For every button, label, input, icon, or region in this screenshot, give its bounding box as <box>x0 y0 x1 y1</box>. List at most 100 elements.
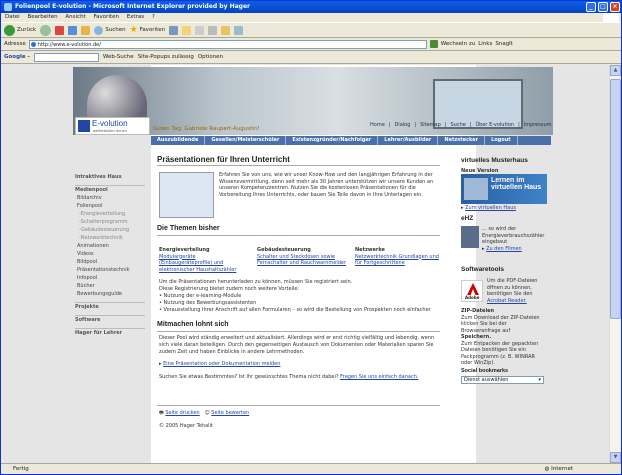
adobe-logo[interactable]: Adobe <box>461 280 483 302</box>
theme-link[interactable]: Modulargeräte (Einbaugeräteprofile) und … <box>159 254 249 274</box>
print-icon[interactable] <box>195 25 205 35</box>
bookmarks-heading: Social bookmarks <box>461 368 509 374</box>
links-label[interactable]: Links <box>478 41 492 47</box>
ask-us-link[interactable]: Fragen Sie uns einfach danach. <box>340 374 418 380</box>
theme-link[interactable]: Netzwerktechnik Grundlagen und für Fortg… <box>355 254 445 267</box>
leftnav-item[interactable]: Intraktives Haus <box>75 173 145 181</box>
join-heading: Mitmachen lohnt sich <box>157 321 229 328</box>
bookmark-select[interactable]: Dienst auswählen <box>461 376 544 384</box>
leftnav-item[interactable]: Videos <box>75 250 145 258</box>
history-icon[interactable] <box>169 25 179 35</box>
rate-link[interactable]: Seite bewerten <box>211 410 249 416</box>
topnav-sitemap[interactable]: Sitemap <box>419 122 442 128</box>
join-text: Dieser Pool wird ständig erweitert und a… <box>159 335 435 355</box>
leftnav-item[interactable]: Medienpool <box>75 185 145 194</box>
research-icon[interactable] <box>234 25 244 35</box>
scroll-up-icon[interactable]: ▲ <box>610 65 621 76</box>
leftnav-item[interactable]: Bildpool <box>75 258 145 266</box>
menu-favoriten[interactable]: Favoriten <box>93 14 118 20</box>
acrobat-link[interactable]: Acrobat Reader. <box>487 298 527 304</box>
menu-bearbeiten[interactable]: Bearbeiten <box>27 14 57 20</box>
leftnav-item[interactable]: Infopool <box>75 274 145 282</box>
software-text: Um die PDF-Dateien öffnen zu können, ben… <box>487 278 538 297</box>
site-logo[interactable]: E-volution weiterbilden lernen <box>75 117 150 135</box>
go-arrow-icon[interactable] <box>429 40 438 48</box>
google-options-button[interactable]: Optionen <box>198 54 223 60</box>
topnav-suche[interactable]: Suche <box>449 122 466 128</box>
maximize-button[interactable]: □ <box>598 2 608 12</box>
nav-gesellen[interactable]: Gesellen/Meisterschüler <box>205 136 287 145</box>
info-line: • Nutzung der e-learning-Module <box>159 293 242 299</box>
favorites-button[interactable]: ★ Favoriten <box>130 25 166 35</box>
vertical-scrollbar[interactable]: ▲ ▼ <box>609 65 621 463</box>
leftnav-item[interactable]: Präsentationstechnik <box>75 266 145 274</box>
leftnav-item[interactable]: Hager für Lehrer <box>75 328 145 337</box>
nav-lehrer[interactable]: Lehrer/Ausbilder <box>378 136 439 145</box>
mail-icon[interactable] <box>182 25 192 35</box>
leftnav-item[interactable]: Animationen <box>75 242 145 250</box>
back-button[interactable]: Zurück <box>4 24 36 36</box>
forward-button[interactable] <box>40 24 52 36</box>
leftnav-item[interactable]: -Gebäudesteuerung <box>75 226 145 234</box>
leftnav-item[interactable]: Software <box>75 315 145 324</box>
leftnav-item[interactable]: -Energieverteilung <box>75 210 145 218</box>
scroll-down-icon[interactable]: ▼ <box>610 452 621 463</box>
virtual-house-banner[interactable]: Lernen im virtuellen Haus <box>461 174 547 204</box>
nav-existenzgruender[interactable]: Existenzgründer/Nachfolger <box>286 136 379 145</box>
ehz-link-row: ▸ Zu den Filmen <box>482 245 522 252</box>
google-websearch-button[interactable]: Web-Suche <box>103 54 134 60</box>
page-title: Präsentationen für Ihren Unterricht <box>157 155 290 164</box>
google-popups-button[interactable]: Site-Popups zulässig <box>138 54 194 60</box>
home-icon[interactable] <box>81 25 91 35</box>
address-input[interactable]: http://www.e-volution.de/ <box>28 39 427 49</box>
house-link[interactable]: Zum virtuellen Haus <box>465 205 516 211</box>
go-button[interactable]: Wechseln zu <box>441 41 475 47</box>
menu-extras[interactable]: Extras <box>127 14 144 20</box>
browser-window: Folienpool E-volution - Microsoft Intern… <box>0 0 622 475</box>
topnav-impressum[interactable]: Impressum <box>523 122 553 128</box>
leftnav-item[interactable]: -Netzwerktechnik <box>75 234 145 242</box>
ehz-link[interactable]: Zu den Filmen <box>486 246 522 252</box>
edit-icon[interactable] <box>208 25 218 35</box>
join-link-row: ▸ Eine Präsentation oder Dokumentation m… <box>159 361 281 367</box>
software-box: Um die PDF-Dateien öffnen zu können, ben… <box>487 278 547 304</box>
scroll-thumb[interactable] <box>610 79 621 319</box>
ie-icon <box>4 3 12 11</box>
menu-ansicht[interactable]: Ansicht <box>65 14 85 20</box>
menu-datei[interactable]: Datei <box>5 14 20 20</box>
leftnav-item[interactable]: Bildarchiv <box>75 194 145 202</box>
leftnav-item[interactable]: Projekte <box>75 302 145 311</box>
topnav-ueber[interactable]: Über E-volution <box>475 122 516 128</box>
google-search-input[interactable] <box>33 52 99 62</box>
search-button[interactable]: Suchen <box>94 25 126 35</box>
refresh-icon[interactable] <box>68 25 78 35</box>
intro-text: Erfahren Sie von uns, wie wir unser Know… <box>219 172 434 198</box>
banner-text: Lernen im virtuellen Haus <box>491 177 542 191</box>
address-bar: Adresse http://www.e-volution.de/ Wechse… <box>1 38 621 51</box>
leftnav-item[interactable]: Bücher <box>75 282 145 290</box>
page-viewport: E-volution weiterbilden lernen Guten Tag… <box>3 65 609 463</box>
menu-help[interactable]: ? <box>152 14 155 20</box>
snagit-button[interactable]: SnagIt <box>495 41 513 47</box>
messenger-icon[interactable] <box>221 25 231 35</box>
ehz-box: ... so wird der Energieverbrauchszähler … <box>482 226 547 252</box>
globe-icon: ◍ <box>544 466 550 472</box>
nav-netzstecker[interactable]: Netzstecker <box>438 136 486 145</box>
close-button[interactable]: × <box>610 2 620 12</box>
print-link[interactable]: Seite drucken <box>165 410 199 416</box>
theme-column: Energieverteilung Modulargeräte (Einbaug… <box>159 247 249 273</box>
stop-icon[interactable] <box>55 25 65 35</box>
theme-link[interactable]: Schalter und Steckdosen sowie Fernschalt… <box>257 254 347 267</box>
topnav-home[interactable]: Home <box>369 122 386 128</box>
leftnav-item[interactable]: Bewerbungsguide <box>75 290 145 298</box>
nav-logout[interactable]: Logout <box>485 136 518 145</box>
window-title: Folienpool E-volution - Microsoft Intern… <box>15 3 250 10</box>
theme-column: Gebäudesteuerung Schalter und Steckdosen… <box>257 247 347 267</box>
leftnav-item[interactable]: -Schalterprogramm <box>75 218 145 226</box>
join-link[interactable]: Eine Präsentation oder Dokumentation mel… <box>163 361 280 367</box>
minimize-button[interactable]: _ <box>586 2 596 12</box>
nav-auszubildende[interactable]: Auszubildende <box>151 136 206 145</box>
google-logo[interactable]: Google - <box>4 54 30 60</box>
leftnav-item[interactable]: Folienpool <box>75 202 145 210</box>
topnav-dialog[interactable]: Dialog <box>393 122 411 128</box>
